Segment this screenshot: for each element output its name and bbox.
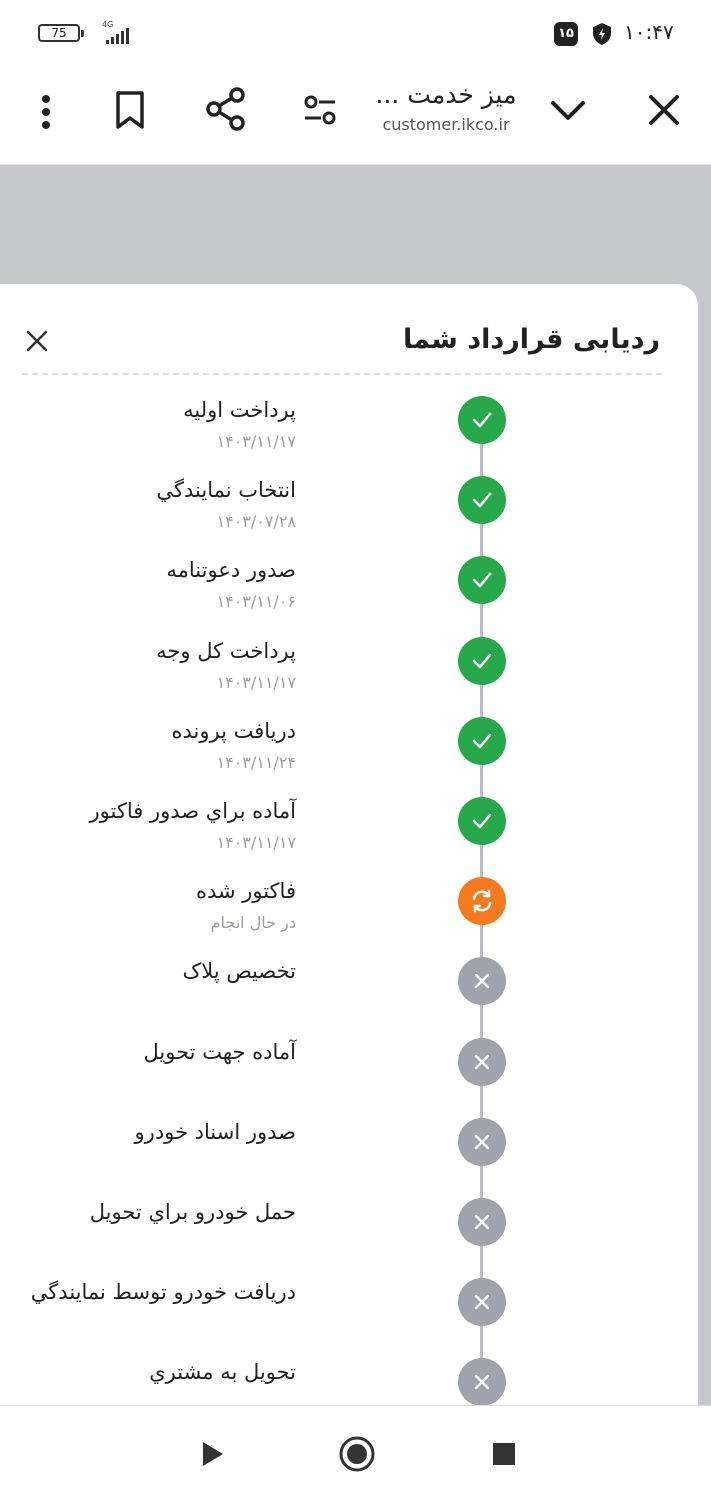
step-date: ۱۴۰۳/۱۱/۱۷ <box>216 672 296 692</box>
step-date: ۱۴۰۳/۱۱/۱۷ <box>216 432 296 451</box>
step-label: پرداخت کل وجه <box>156 638 296 663</box>
status-refresh-icon <box>458 877 506 926</box>
step-label: تحویل به مشتري <box>149 1360 296 1385</box>
stop-icon[interactable] <box>491 1441 517 1467</box>
step-label: دریافت پرونده <box>171 718 296 743</box>
close-icon[interactable] <box>646 92 682 128</box>
status-bar: 75 4G ۱۵ ۱۰:۴۷ <box>0 0 711 68</box>
step-date: ۱۴۰۳/۰۷/۲۸ <box>216 512 296 532</box>
step-label: آماده براي صدور فاکتور <box>89 799 296 823</box>
status-check-icon <box>458 797 506 845</box>
divider <box>22 373 662 375</box>
status-check-icon <box>458 636 506 685</box>
page-title: میز خدمت ... <box>375 80 517 109</box>
chevron-down-icon[interactable] <box>548 96 588 124</box>
step-label: فاکتور شده <box>195 879 296 904</box>
battery-icon: 75 <box>38 24 84 42</box>
step-label: تخصیص پلاک <box>182 959 296 984</box>
more-icon[interactable] <box>36 92 56 132</box>
timeline-step: صدور دعوتنامه ۱۴۰۳/۱۱/۰۶ <box>0 556 698 626</box>
status-x-icon <box>458 1037 506 1086</box>
status-check-icon <box>458 716 506 765</box>
step-label: صدور دعوتنامه <box>166 558 296 583</box>
page-title-area[interactable]: میز خدمت ... customer.ikco.ir <box>366 80 526 134</box>
battery-level: 75 <box>51 26 67 40</box>
status-x-icon <box>458 1198 506 1246</box>
status-x-icon <box>458 1117 506 1166</box>
timeline-step: دریافت پرونده ۱۴۰۳/۱۱/۲۴ <box>0 716 698 787</box>
site-settings-icon[interactable] <box>302 94 338 126</box>
timeline-step: پرداخت کل وجه ۱۴۰۳/۱۱/۱۷ <box>0 636 698 707</box>
close-icon[interactable] <box>24 328 50 354</box>
contract-tracking-sheet: ردیابی قرارداد شما پرداخت اولیه ۱۴۰۳/۱۱/۱… <box>0 284 698 1407</box>
sim-icon: ۱۵ <box>554 22 578 46</box>
step-date: ۱۴۰۳/۱۱/۲۴ <box>216 752 296 772</box>
status-x-icon <box>458 957 506 1006</box>
clock: ۱۰:۴۷ <box>624 20 674 44</box>
step-date: ۱۴۰۳/۱۱/۰۶ <box>216 592 296 612</box>
shield-icon <box>593 23 611 45</box>
timeline-step: صدور اسناد خودرو <box>0 1117 698 1188</box>
step-label: صدور اسناد خودرو <box>134 1119 296 1144</box>
status-x-icon <box>458 1358 506 1407</box>
status-check-icon <box>458 396 506 444</box>
timeline-step: پرداخت اولیه ۱۴۰۳/۱۱/۱۷ <box>0 396 698 466</box>
step-date: ۱۴۰۳/۱۱/۱۷ <box>216 833 296 852</box>
status-x-icon <box>458 1278 506 1327</box>
record-icon[interactable] <box>338 1435 376 1473</box>
bookmark-icon[interactable] <box>112 90 148 130</box>
timeline-step: آماده جهت تحویل <box>0 1037 698 1108</box>
status-check-icon <box>458 476 506 525</box>
timeline-step: فاکتور شده در حال انجام <box>0 877 698 947</box>
step-label: حمل خودرو براي تحویل <box>89 1200 296 1224</box>
step-label: آماده جهت تحویل <box>143 1039 296 1064</box>
timeline-step: حمل خودرو براي تحویل <box>0 1198 698 1268</box>
timeline-step: انتخاب نمایندگي ۱۴۰۳/۰۷/۲۸ <box>0 476 698 546</box>
timeline-step: دریافت خودرو توسط نمایندگي <box>0 1278 698 1348</box>
timeline-step: آماده براي صدور فاکتور ۱۴۰۳/۱۱/۱۷ <box>0 797 698 867</box>
step-label: انتخاب نمایندگي <box>156 478 296 503</box>
step-label: پرداخت اولیه <box>183 398 296 422</box>
sheet-title: ردیابی قرارداد شما <box>403 324 660 355</box>
share-icon[interactable] <box>204 86 248 132</box>
step-label: دریافت خودرو توسط نمایندگي <box>30 1280 296 1305</box>
timeline-step: تخصیص پلاک <box>0 957 698 1027</box>
play-icon[interactable] <box>200 1440 226 1468</box>
status-check-icon <box>458 556 506 605</box>
navigation-bar <box>0 1405 711 1501</box>
sim-badge: ۱۵ <box>558 26 574 41</box>
browser-toolbar: میز خدمت ... customer.ikco.ir <box>0 68 711 165</box>
step-status-text: در حال انجام <box>210 913 296 933</box>
page-url: customer.ikco.ir <box>382 115 510 134</box>
signal-icon: 4G <box>98 20 138 46</box>
